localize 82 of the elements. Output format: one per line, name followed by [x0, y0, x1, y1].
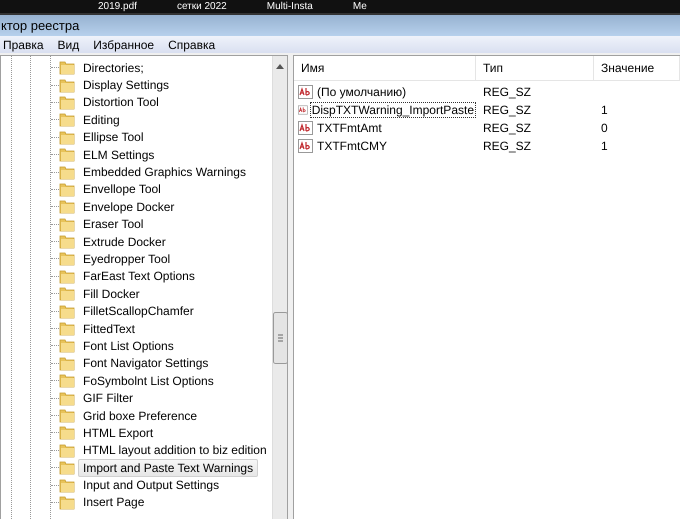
tree-item[interactable]: Directories; [78, 58, 149, 77]
tree-item[interactable]: GIF Filter [78, 389, 138, 408]
tree-item[interactable]: Insert Page [78, 493, 150, 512]
value-name[interactable]: (По умолчанию) [315, 84, 408, 100]
tree-item[interactable]: Extrude Docker [78, 232, 171, 251]
menu-item[interactable]: Правка [3, 38, 44, 52]
tree-item[interactable]: FoSymbolnt List Options [78, 372, 219, 390]
tree-item[interactable]: Eraser Tool [78, 215, 148, 234]
tree-item[interactable]: Envelope Docker [78, 198, 180, 216]
folder-icon [59, 78, 75, 93]
folder-icon [59, 94, 75, 110]
scrollbar[interactable] [272, 56, 287, 519]
folder-icon [59, 338, 75, 354]
folder-icon [59, 147, 75, 162]
folder-icon [59, 373, 75, 388]
folder-icon [59, 216, 75, 232]
menu-item[interactable]: Вид [58, 38, 80, 52]
tree-item[interactable]: Display Settings [78, 76, 174, 94]
folder-icon [59, 164, 75, 180]
folder-icon [59, 408, 75, 423]
value-data: 1 [600, 103, 609, 117]
folder-icon [59, 182, 75, 197]
folder-icon [59, 304, 75, 319]
folder-icon [59, 286, 75, 302]
scroll-up-icon[interactable] [276, 64, 284, 69]
value-data: 1 [600, 139, 609, 153]
column-header[interactable]: Тип [476, 56, 594, 80]
folder-icon [59, 478, 75, 493]
tree-item[interactable]: FarEast Text Options [78, 267, 200, 286]
folder-icon [59, 130, 75, 145]
taskbar-item[interactable]: 2019.pdf [98, 1, 137, 13]
value-type: REG_SZ [482, 103, 532, 117]
tree-item[interactable]: Embedded Graphics Warnings [78, 163, 251, 182]
tree-item[interactable]: Editing [78, 110, 125, 129]
folder-icon [59, 460, 75, 476]
tree-item[interactable]: Grid boxe Preference [78, 406, 202, 425]
taskbar-item[interactable]: сетки 2022 [176, 1, 227, 13]
string-value-icon [298, 139, 313, 153]
string-value-icon [298, 121, 313, 135]
tree-item[interactable]: Input and Output Settings [78, 476, 224, 494]
tree-item[interactable]: Envellope Tool [78, 180, 166, 198]
value-name[interactable]: TXTFmtAmt [315, 120, 384, 136]
folder-icon [59, 442, 75, 458]
column-header[interactable]: Имя [294, 56, 476, 80]
scroll-thumb[interactable] [272, 312, 287, 364]
value-name[interactable]: DispTXTWarning_ImportPaste [310, 102, 476, 118]
folder-icon [59, 390, 75, 406]
folder-icon [59, 356, 75, 371]
tree-item[interactable]: HTML Export [78, 424, 158, 442]
folder-icon [59, 234, 75, 250]
tree-item[interactable]: Font List Options [78, 336, 179, 355]
menu-item[interactable]: Справка [168, 38, 216, 52]
folder-icon [59, 112, 75, 128]
tree-item[interactable]: FittedText [78, 320, 140, 338]
value-type: REG_SZ [482, 85, 532, 99]
tree-item[interactable]: Fill Docker [78, 284, 145, 303]
menu-item[interactable]: Избранное [93, 38, 154, 52]
string-value-icon [298, 85, 313, 99]
folder-icon [59, 251, 75, 266]
folder-icon [59, 494, 75, 510]
tree-item[interactable]: ELM Settings [78, 146, 160, 164]
value-data: 0 [600, 121, 609, 135]
tree-item[interactable]: Distortion Tool [78, 93, 164, 112]
folder-icon [59, 321, 75, 336]
folder-icon [59, 268, 75, 284]
value-type: REG_SZ [482, 139, 532, 153]
tree-item[interactable]: Ellipse Tool [78, 128, 148, 146]
taskbar-item[interactable]: Multi-Insta [266, 1, 313, 13]
tree-item[interactable]: HTML layout addition to biz edition [78, 441, 272, 460]
folder-icon [59, 425, 75, 440]
tree-item[interactable]: Import and Paste Text Warnings [78, 458, 258, 477]
string-value-icon [298, 103, 308, 117]
tree-item[interactable]: FilletScallopChamfer [78, 302, 199, 320]
column-header[interactable]: Значение [594, 56, 680, 80]
value-name[interactable]: TXTFmtCMY [315, 138, 389, 154]
folder-icon [59, 199, 75, 214]
folder-icon [59, 60, 75, 76]
tree-item[interactable]: Font Navigator Settings [78, 354, 214, 372]
tree-item[interactable]: Eyedropper Tool [78, 250, 176, 268]
taskbar-item[interactable]: Me [352, 1, 367, 13]
value-type: REG_SZ [482, 121, 532, 135]
window-title: ктор реестра [0, 18, 80, 33]
